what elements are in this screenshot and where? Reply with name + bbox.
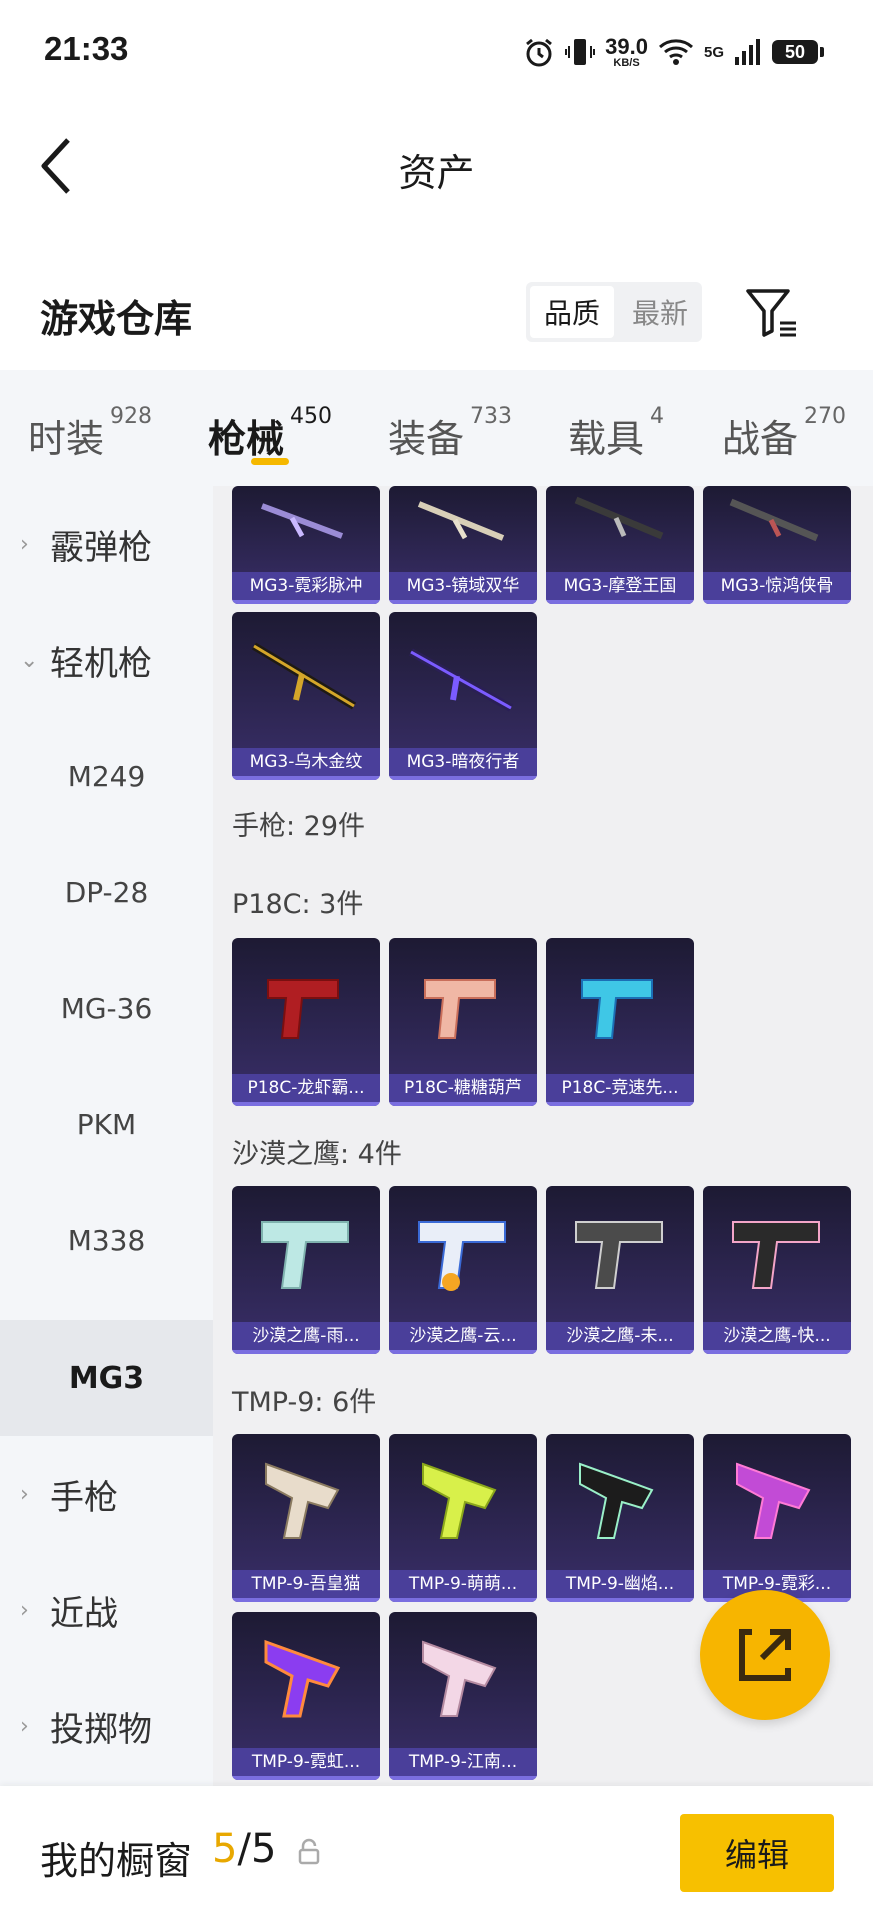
network-type: 5G — [703, 43, 724, 61]
tab-weapons[interactable]: 枪械450 — [208, 404, 332, 463]
item-card[interactable]: TMP-9-吾皇猫 — [232, 1434, 380, 1602]
item-card[interactable]: 沙漠之鹰-快... — [703, 1186, 851, 1354]
weapon-image — [389, 1434, 537, 1572]
weapon-image — [232, 1612, 380, 1750]
item-card[interactable]: TMP-9-江南... — [389, 1612, 537, 1780]
item-card[interactable]: 沙漠之鹰-未... — [546, 1186, 694, 1354]
weapon-image — [703, 486, 851, 574]
sidebar-item-lmg[interactable]: ⌄ 轻机枪 — [0, 602, 213, 718]
lock-icon — [298, 1838, 320, 1865]
sidebar-item-dp28[interactable]: DP-28 — [0, 834, 213, 950]
item-card[interactable]: MG3-乌木金纹 — [232, 612, 380, 780]
sidebar-item-melee[interactable]: › 近战 — [0, 1552, 213, 1668]
weapon-image — [546, 486, 694, 574]
weapon-image — [389, 1186, 537, 1324]
chevron-right-icon: › — [20, 1481, 29, 1507]
weapon-image — [389, 1612, 537, 1750]
item-card[interactable]: MG3-惊鸿侠骨 — [703, 486, 851, 604]
item-card[interactable]: TMP-9-霓虹... — [232, 1612, 380, 1780]
sort-quality-button[interactable]: 品质 — [530, 286, 614, 338]
group-label-deagle: 沙漠之鹰: 4件 — [232, 1139, 402, 1170]
item-card[interactable]: TMP-9-幽焰... — [546, 1434, 694, 1602]
status-icons: 39.0 KB/S 5G 50 — [523, 30, 824, 74]
weapon-image — [703, 1434, 851, 1572]
filter-icon[interactable] — [744, 285, 800, 341]
weapon-sidebar: › 霰弹枪 ⌄ 轻机枪 M249 DP-28 MG-36 PKM M338 MG3 … — [0, 486, 213, 1786]
alarm-icon — [526, 38, 553, 67]
chevron-right-icon: › — [20, 531, 29, 557]
share-fab-button[interactable] — [700, 1590, 830, 1720]
group-label-p18c: P18C: 3件 — [232, 889, 364, 920]
item-card[interactable]: MG3-镜域双华 — [389, 486, 537, 604]
weapon-image — [232, 486, 380, 574]
weapon-image — [546, 938, 694, 1076]
status-bar: 21:33 39.0 KB/S 5G 50 — [0, 0, 873, 100]
showcase-label: 我的橱窗 — [40, 1839, 193, 1883]
item-card[interactable]: TMP-9-萌萌... — [389, 1434, 537, 1602]
item-card[interactable]: TMP-9-霓彩... — [703, 1434, 851, 1602]
page-header: 资产 — [0, 100, 873, 230]
item-card[interactable]: MG3-暗夜行者 — [389, 612, 537, 780]
chevron-right-icon: › — [20, 1597, 29, 1623]
item-card[interactable]: P18C-竞速先... — [546, 938, 694, 1106]
tab-indicator — [251, 458, 289, 465]
item-card[interactable]: P18C-糖糖葫芦 — [389, 938, 537, 1106]
showcase-count: 5/5 — [212, 1826, 277, 1872]
edit-button[interactable]: 编辑 — [680, 1814, 834, 1892]
weapon-image — [703, 1186, 851, 1324]
battery-icon: 50 — [772, 40, 824, 64]
bottom-bar: 我的橱窗 5/5 编辑 — [0, 1786, 873, 1920]
weapon-image — [389, 938, 537, 1076]
tab-fashion[interactable]: 时装928 — [28, 404, 152, 463]
sort-toggle: 品质 最新 — [526, 282, 702, 342]
category-tabs: 时装928 枪械450 装备733 载具4 战备270 — [0, 370, 873, 486]
sidebar-item-shotgun[interactable]: › 霰弹枪 — [0, 486, 213, 602]
sidebar-item-mg36[interactable]: MG-36 — [0, 950, 213, 1066]
sidebar-item-pistol[interactable]: › 手枪 — [0, 1436, 213, 1552]
group-label-tmp9: TMP-9: 6件 — [232, 1387, 377, 1418]
weapon-image — [389, 486, 537, 574]
weapon-image — [232, 612, 380, 750]
chevron-down-icon: ⌄ — [20, 647, 39, 673]
item-card[interactable]: 沙漠之鹰-云... — [389, 1186, 537, 1354]
tab-supplies[interactable]: 战备270 — [722, 404, 846, 463]
item-card[interactable]: MG3-霓彩脉冲 — [232, 486, 380, 604]
sidebar-item-m338[interactable]: M338 — [0, 1182, 213, 1298]
sidebar-item-throwables[interactable]: › 投掷物 — [0, 1668, 213, 1784]
net-speed: 39.0 KB/S — [605, 33, 648, 69]
weapon-image — [232, 1186, 380, 1324]
sidebar-item-pkm[interactable]: PKM — [0, 1066, 213, 1182]
page-title: 资产 — [398, 151, 475, 195]
sort-latest-button[interactable]: 最新 — [618, 282, 702, 342]
tab-vehicles[interactable]: 载具4 — [568, 404, 664, 463]
sidebar-item-mg3[interactable]: MG3 — [0, 1320, 213, 1436]
status-time: 21:33 — [44, 30, 129, 67]
weapon-image — [232, 938, 380, 1076]
vibrate-icon — [565, 39, 596, 65]
weapon-image — [232, 1434, 380, 1572]
share-icon — [739, 1629, 791, 1681]
signal-icon — [735, 39, 760, 65]
item-card[interactable]: 沙漠之鹰-雨... — [232, 1186, 380, 1354]
sidebar-item-m249[interactable]: M249 — [0, 718, 213, 834]
weapon-image — [389, 612, 537, 750]
warehouse-title: 游戏仓库 — [40, 297, 193, 341]
item-card[interactable]: MG3-摩登王国 — [546, 486, 694, 604]
chevron-right-icon: › — [20, 1713, 29, 1739]
weapon-image — [546, 1186, 694, 1324]
weapon-image — [546, 1434, 694, 1572]
item-card[interactable]: P18C-龙虾霸... — [232, 938, 380, 1106]
wifi-icon — [658, 39, 693, 65]
group-label-pistol: 手枪: 29件 — [232, 811, 366, 842]
tab-equipment[interactable]: 装备733 — [388, 404, 512, 463]
